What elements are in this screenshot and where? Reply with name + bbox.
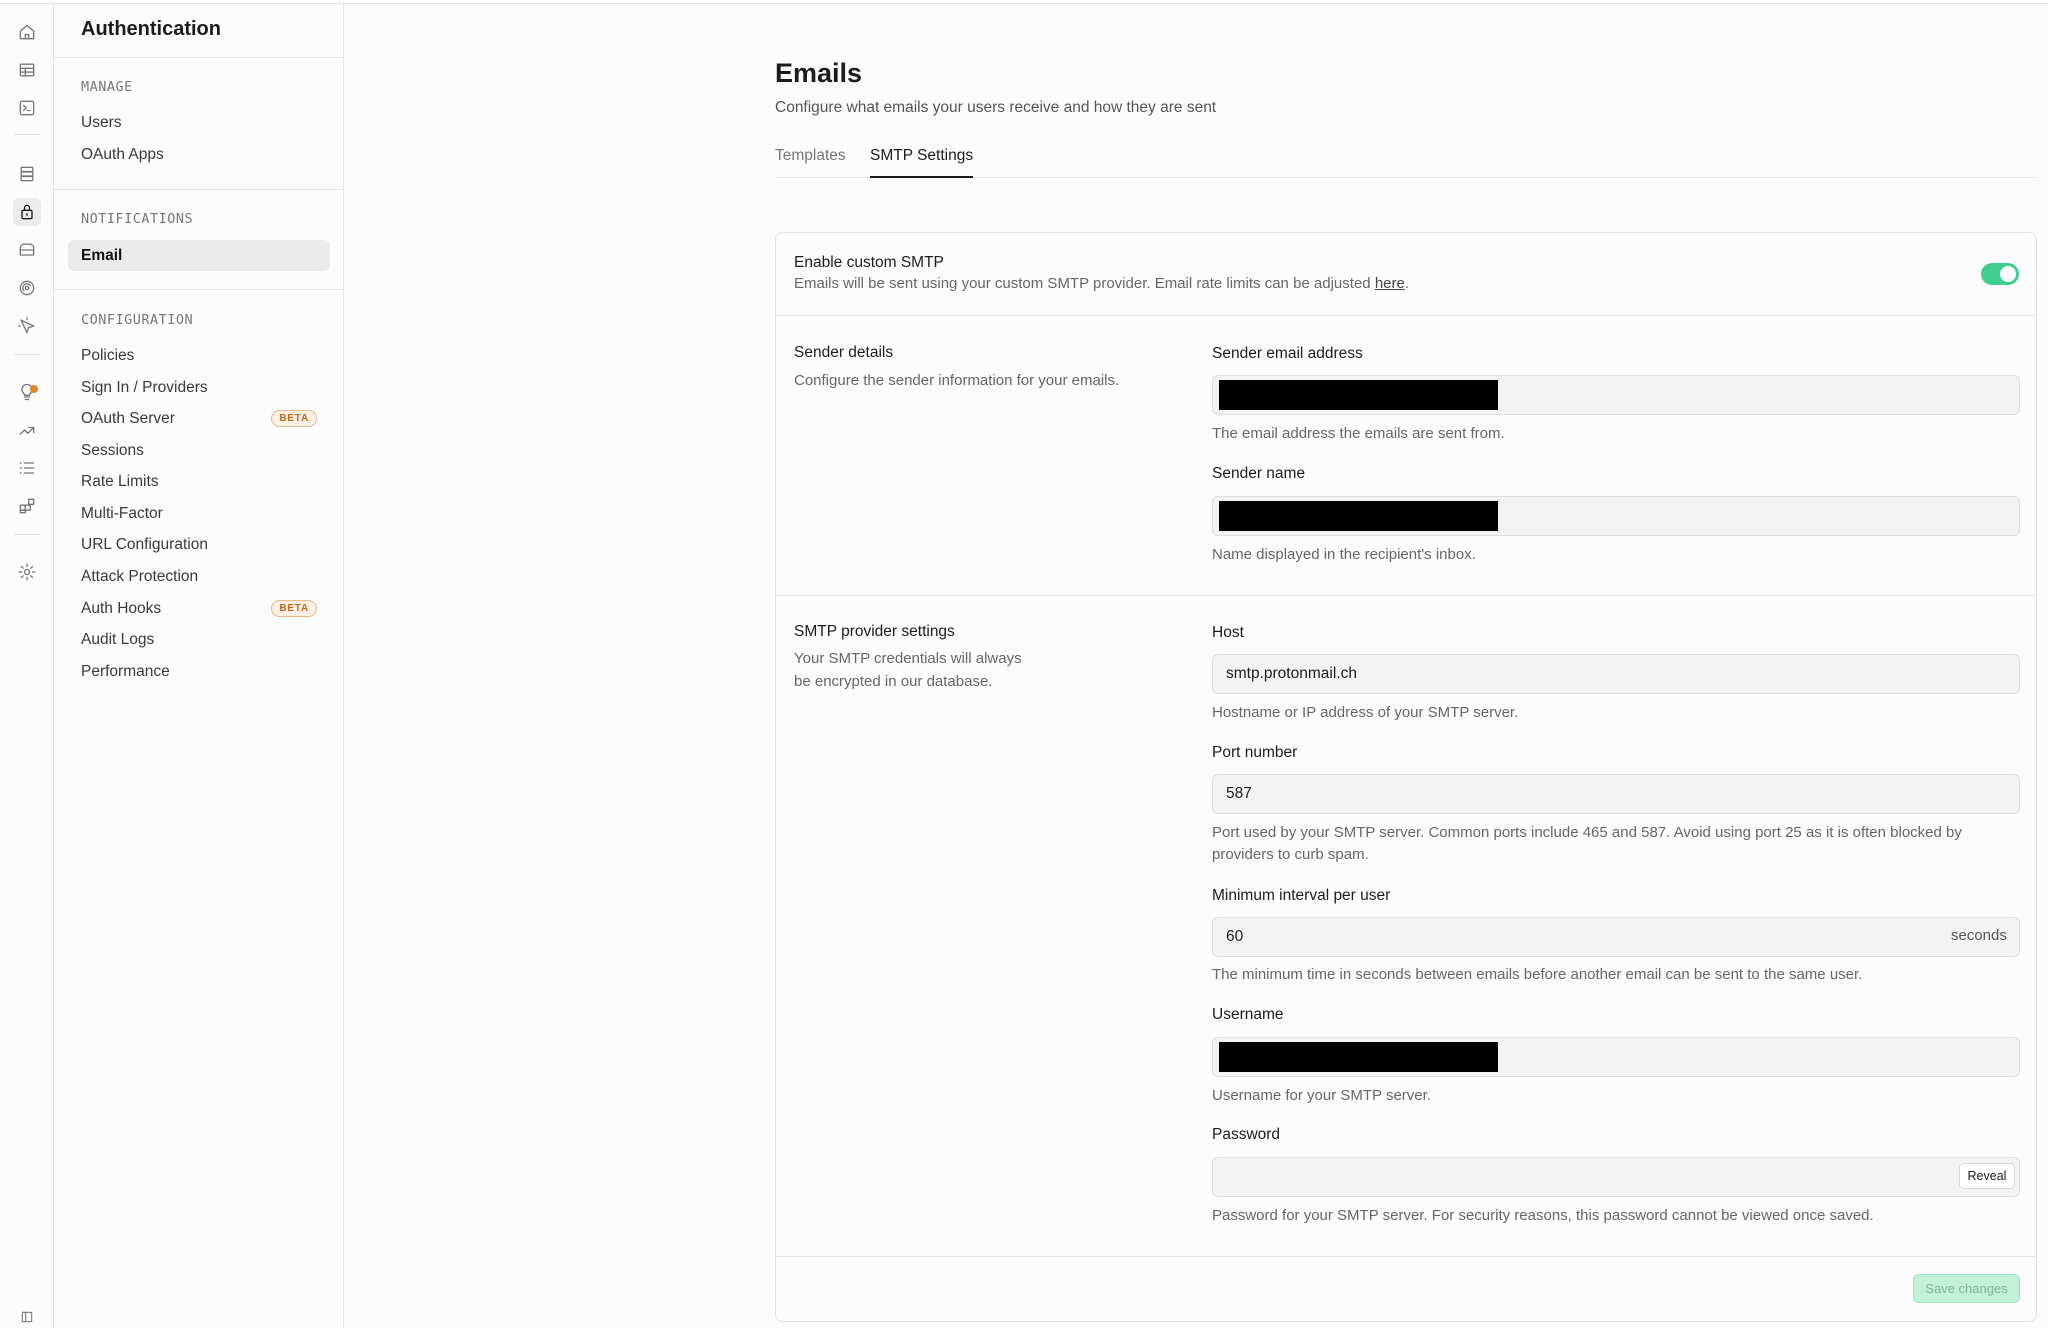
redacted-value [1219, 501, 1498, 531]
sidebar-item-email[interactable]: Email [68, 240, 330, 271]
storage-icon[interactable] [13, 236, 41, 264]
tab-templates[interactable]: Templates [775, 146, 846, 178]
sidebar-divider [54, 189, 343, 190]
sidebar-item-performance[interactable]: Performance [68, 656, 330, 687]
section-heading-manage: MANAGE [81, 79, 133, 95]
port-help: Port used by your SMTP server. Common po… [1212, 824, 1962, 863]
page-description: Configure what emails your users receive… [775, 99, 1217, 116]
interval-help: The minimum time in seconds between emai… [1212, 966, 1863, 983]
sql-editor-icon[interactable] [13, 94, 41, 122]
rate-limits-link[interactable]: here [1375, 275, 1405, 292]
interval-input[interactable] [1212, 917, 2020, 957]
collapse-sidebar-icon[interactable] [13, 1303, 41, 1328]
auth-lock-icon[interactable] [13, 198, 41, 226]
sidebar-item-sign-in-providers[interactable]: Sign In / Providers [68, 372, 330, 403]
integrations-icon[interactable] [13, 492, 41, 520]
rail-divider [14, 354, 40, 355]
enable-smtp-description: Emails will be sent using your custom SM… [794, 275, 1410, 292]
enable-smtp-toggle[interactable] [1981, 263, 2019, 285]
save-changes-button[interactable]: Save changes [1913, 1274, 2020, 1303]
username-help: Username for your SMTP server. [1212, 1087, 1431, 1104]
sidebar-divider [54, 57, 343, 58]
enable-smtp-desc-text: Emails will be sent using your custom SM… [794, 275, 1371, 292]
section-heading-configuration: CONFIGURATION [81, 312, 194, 328]
card-divider [776, 595, 2036, 596]
smtp-provider-title: SMTP provider settings [794, 623, 955, 640]
edge-functions-icon[interactable] [13, 312, 41, 340]
rail-divider [14, 134, 40, 135]
sidebar-item-users[interactable]: Users [68, 107, 330, 138]
smtp-settings-card: Enable custom SMTP Emails will be sent u… [775, 232, 2037, 1322]
redacted-value [1219, 1042, 1498, 1072]
sidebar-title: Authentication [81, 18, 221, 40]
sidebar-item-oauth-server[interactable]: OAuth Server BETA [68, 403, 330, 434]
port-input[interactable] [1212, 774, 2020, 814]
reveal-password-button[interactable]: Reveal [1959, 1163, 2015, 1189]
password-label: Password [1212, 1126, 1281, 1143]
sender-details-description: Configure the sender information for you… [794, 372, 1120, 389]
advisors-icon[interactable] [13, 378, 41, 406]
host-input[interactable] [1212, 654, 2020, 694]
realtime-icon[interactable] [13, 274, 41, 302]
rail-divider [14, 534, 40, 535]
sender-name-help: Name displayed in the recipient's inbox. [1212, 546, 1476, 563]
port-label: Port number [1212, 744, 1298, 761]
card-divider [776, 1256, 2036, 1257]
icon-rail [0, 4, 54, 1328]
sidebar-item-rate-limits[interactable]: Rate Limits [68, 466, 330, 497]
home-icon[interactable] [13, 18, 41, 46]
beta-badge: BETA [271, 410, 317, 427]
page-title: Emails [775, 58, 863, 88]
settings-icon[interactable] [13, 558, 41, 586]
interval-suffix: seconds [1951, 927, 2007, 944]
toggle-knob [2000, 266, 2016, 282]
database-icon[interactable] [13, 160, 41, 188]
sidebar-item-sessions[interactable]: Sessions [68, 435, 330, 466]
table-editor-icon[interactable] [13, 56, 41, 84]
host-label: Host [1212, 624, 1244, 641]
auth-sidebar: Authentication MANAGE Users OAuth Apps N… [54, 4, 344, 1328]
sidebar-item-attack-protection[interactable]: Attack Protection [68, 561, 330, 592]
interval-label: Minimum interval per user [1212, 887, 1391, 904]
enable-smtp-title: Enable custom SMTP [794, 254, 944, 271]
notification-dot [30, 385, 38, 393]
sender-email-label: Sender email address [1212, 345, 1363, 362]
sidebar-item-auth-hooks[interactable]: Auth Hooks BETA [68, 593, 330, 624]
sidebar-item-oauth-apps[interactable]: OAuth Apps [68, 139, 330, 170]
sender-name-label: Sender name [1212, 465, 1306, 482]
smtp-provider-description-line2: be encrypted in our database. [794, 673, 993, 690]
sender-details-title: Sender details [794, 344, 894, 361]
sidebar-divider [54, 289, 343, 290]
sidebar-item-label: OAuth Server [81, 409, 175, 427]
smtp-provider-description-line1: Your SMTP credentials will always [794, 650, 1022, 667]
card-divider [776, 315, 2036, 316]
password-input[interactable] [1212, 1157, 2020, 1197]
username-label: Username [1212, 1006, 1284, 1023]
tab-bar: Templates SMTP Settings [775, 146, 2037, 178]
sidebar-item-audit-logs[interactable]: Audit Logs [68, 624, 330, 655]
sidebar-item-policies[interactable]: Policies [68, 340, 330, 371]
password-help: Password for your SMTP server. For secur… [1212, 1207, 1874, 1224]
sidebar-item-label: Auth Hooks [81, 599, 162, 617]
redacted-value [1219, 380, 1498, 410]
tab-smtp-settings[interactable]: SMTP Settings [870, 146, 974, 178]
sidebar-item-multi-factor[interactable]: Multi-Factor [68, 498, 330, 529]
beta-badge: BETA [271, 600, 317, 617]
sender-email-help: The email address the emails are sent fr… [1212, 425, 1505, 442]
section-heading-notifications: NOTIFICATIONS [81, 211, 194, 227]
logs-icon[interactable] [13, 454, 41, 482]
reports-icon[interactable] [13, 416, 41, 444]
host-help: Hostname or IP address of your SMTP serv… [1212, 704, 1519, 721]
sidebar-item-url-configuration[interactable]: URL Configuration [68, 529, 330, 560]
